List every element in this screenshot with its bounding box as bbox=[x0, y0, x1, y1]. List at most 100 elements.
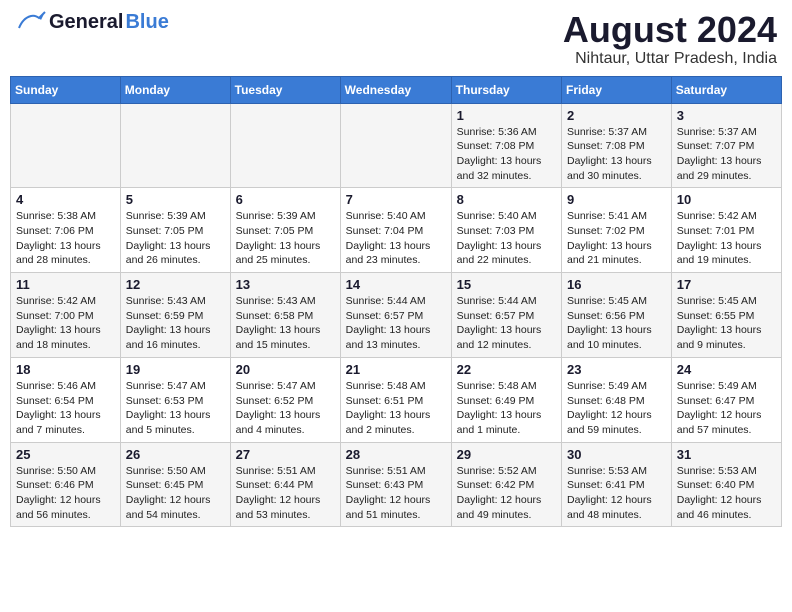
calendar-cell: 26Sunrise: 5:50 AM Sunset: 6:45 PM Dayli… bbox=[120, 442, 230, 527]
day-info: Sunrise: 5:48 AM Sunset: 6:51 PM Dayligh… bbox=[346, 379, 446, 438]
day-info: Sunrise: 5:39 AM Sunset: 7:05 PM Dayligh… bbox=[236, 209, 335, 268]
logo-general: General bbox=[49, 11, 123, 34]
calendar-cell: 24Sunrise: 5:49 AM Sunset: 6:47 PM Dayli… bbox=[671, 357, 781, 442]
calendar-cell: 25Sunrise: 5:50 AM Sunset: 6:46 PM Dayli… bbox=[11, 442, 121, 527]
day-number: 1 bbox=[457, 108, 556, 123]
day-info: Sunrise: 5:45 AM Sunset: 6:55 PM Dayligh… bbox=[677, 294, 776, 353]
calendar-cell: 3 Sunrise: 5:37 AM Sunset: 7:07 PM Daylig… bbox=[671, 103, 781, 188]
calendar-cell: 22Sunrise: 5:48 AM Sunset: 6:49 PM Dayli… bbox=[451, 357, 561, 442]
day-number: 27 bbox=[236, 447, 335, 462]
day-info: Sunrise: 5:52 AM Sunset: 6:42 PM Dayligh… bbox=[457, 464, 556, 523]
calendar-cell: 21 Sunrise: 5:48 AM Sunset: 6:51 PM Dayli… bbox=[340, 357, 451, 442]
day-info: Sunrise: 5:41 AM Sunset: 7:02 PM Dayligh… bbox=[567, 209, 666, 268]
day-number: 8 bbox=[457, 192, 556, 207]
day-number: 11 bbox=[16, 277, 115, 292]
calendar-table: SundayMondayTuesdayWednesdayThursdayFrid… bbox=[10, 76, 782, 528]
day-info: Sunrise: 5:39 AM Sunset: 7:05 PM Dayligh… bbox=[126, 209, 225, 268]
day-info: Sunrise: 5:43 AM Sunset: 6:59 PM Dayligh… bbox=[126, 294, 225, 353]
calendar-cell bbox=[340, 103, 451, 188]
day-info: Sunrise: 5:51 AM Sunset: 6:44 PM Dayligh… bbox=[236, 464, 335, 523]
day-info: Sunrise: 5:49 AM Sunset: 6:48 PM Dayligh… bbox=[567, 379, 666, 438]
day-info: Sunrise: 5:40 AM Sunset: 7:03 PM Dayligh… bbox=[457, 209, 556, 268]
day-info: Sunrise: 5:53 AM Sunset: 6:41 PM Dayligh… bbox=[567, 464, 666, 523]
day-number: 15 bbox=[457, 277, 556, 292]
calendar-cell: 8 Sunrise: 5:40 AM Sunset: 7:03 PM Daylig… bbox=[451, 188, 561, 273]
page-header: GeneralBlue August 2024 Nihtaur, Uttar P… bbox=[10, 10, 782, 68]
day-info: Sunrise: 5:44 AM Sunset: 6:57 PM Dayligh… bbox=[457, 294, 556, 353]
page-title: August 2024 bbox=[563, 10, 777, 50]
calendar-cell: 16 Sunrise: 5:45 AM Sunset: 6:56 PM Dayli… bbox=[562, 273, 672, 358]
calendar-week-5: 25Sunrise: 5:50 AM Sunset: 6:46 PM Dayli… bbox=[11, 442, 782, 527]
calendar-week-3: 11 Sunrise: 5:42 AM Sunset: 7:00 PM Dayli… bbox=[11, 273, 782, 358]
day-number: 18 bbox=[16, 362, 115, 377]
calendar-cell bbox=[11, 103, 121, 188]
day-number: 31 bbox=[677, 447, 776, 462]
day-number: 29 bbox=[457, 447, 556, 462]
calendar-cell: 11 Sunrise: 5:42 AM Sunset: 7:00 PM Dayli… bbox=[11, 273, 121, 358]
calendar-cell: 12 Sunrise: 5:43 AM Sunset: 6:59 PM Dayli… bbox=[120, 273, 230, 358]
title-block: August 2024 Nihtaur, Uttar Pradesh, Indi… bbox=[563, 10, 777, 68]
calendar-cell: 6 Sunrise: 5:39 AM Sunset: 7:05 PM Daylig… bbox=[230, 188, 340, 273]
day-number: 21 bbox=[346, 362, 446, 377]
calendar-cell bbox=[120, 103, 230, 188]
day-number: 28 bbox=[346, 447, 446, 462]
calendar-cell: 1 Sunrise: 5:36 AM Sunset: 7:08 PM Daylig… bbox=[451, 103, 561, 188]
day-number: 9 bbox=[567, 192, 666, 207]
day-info: Sunrise: 5:51 AM Sunset: 6:43 PM Dayligh… bbox=[346, 464, 446, 523]
day-header-friday: Friday bbox=[562, 76, 672, 103]
day-info: Sunrise: 5:44 AM Sunset: 6:57 PM Dayligh… bbox=[346, 294, 446, 353]
calendar-cell: 14Sunrise: 5:44 AM Sunset: 6:57 PM Dayli… bbox=[340, 273, 451, 358]
day-number: 23 bbox=[567, 362, 666, 377]
day-header-thursday: Thursday bbox=[451, 76, 561, 103]
calendar-cell: 29 Sunrise: 5:52 AM Sunset: 6:42 PM Dayli… bbox=[451, 442, 561, 527]
calendar-cell: 4 Sunrise: 5:38 AM Sunset: 7:06 PM Daylig… bbox=[11, 188, 121, 273]
day-info: Sunrise: 5:49 AM Sunset: 6:47 PM Dayligh… bbox=[677, 379, 776, 438]
day-header-sunday: Sunday bbox=[11, 76, 121, 103]
day-number: 4 bbox=[16, 192, 115, 207]
day-number: 3 bbox=[677, 108, 776, 123]
calendar-week-2: 4 Sunrise: 5:38 AM Sunset: 7:06 PM Daylig… bbox=[11, 188, 782, 273]
day-info: Sunrise: 5:47 AM Sunset: 6:52 PM Dayligh… bbox=[236, 379, 335, 438]
logo-icon bbox=[15, 10, 47, 34]
day-number: 16 bbox=[567, 277, 666, 292]
day-number: 2 bbox=[567, 108, 666, 123]
calendar-cell: 17Sunrise: 5:45 AM Sunset: 6:55 PM Dayli… bbox=[671, 273, 781, 358]
day-info: Sunrise: 5:45 AM Sunset: 6:56 PM Dayligh… bbox=[567, 294, 666, 353]
calendar-cell: 19Sunrise: 5:47 AM Sunset: 6:53 PM Dayli… bbox=[120, 357, 230, 442]
day-number: 6 bbox=[236, 192, 335, 207]
calendar-cell: 7 Sunrise: 5:40 AM Sunset: 7:04 PM Daylig… bbox=[340, 188, 451, 273]
calendar-cell: 20Sunrise: 5:47 AM Sunset: 6:52 PM Dayli… bbox=[230, 357, 340, 442]
day-info: Sunrise: 5:37 AM Sunset: 7:08 PM Dayligh… bbox=[567, 125, 666, 184]
day-number: 30 bbox=[567, 447, 666, 462]
calendar-header-row: SundayMondayTuesdayWednesdayThursdayFrid… bbox=[11, 76, 782, 103]
day-number: 12 bbox=[126, 277, 225, 292]
day-header-saturday: Saturday bbox=[671, 76, 781, 103]
day-header-monday: Monday bbox=[120, 76, 230, 103]
day-header-tuesday: Tuesday bbox=[230, 76, 340, 103]
day-info: Sunrise: 5:37 AM Sunset: 7:07 PM Dayligh… bbox=[677, 125, 776, 184]
calendar-cell: 23 Sunrise: 5:49 AM Sunset: 6:48 PM Dayli… bbox=[562, 357, 672, 442]
calendar-cell: 9 Sunrise: 5:41 AM Sunset: 7:02 PM Daylig… bbox=[562, 188, 672, 273]
calendar-cell bbox=[230, 103, 340, 188]
page-subtitle: Nihtaur, Uttar Pradesh, India bbox=[563, 50, 777, 68]
day-info: Sunrise: 5:40 AM Sunset: 7:04 PM Dayligh… bbox=[346, 209, 446, 268]
calendar-cell: 15 Sunrise: 5:44 AM Sunset: 6:57 PM Dayli… bbox=[451, 273, 561, 358]
day-number: 19 bbox=[126, 362, 225, 377]
day-info: Sunrise: 5:36 AM Sunset: 7:08 PM Dayligh… bbox=[457, 125, 556, 184]
day-number: 26 bbox=[126, 447, 225, 462]
day-info: Sunrise: 5:42 AM Sunset: 7:01 PM Dayligh… bbox=[677, 209, 776, 268]
day-info: Sunrise: 5:48 AM Sunset: 6:49 PM Dayligh… bbox=[457, 379, 556, 438]
day-info: Sunrise: 5:53 AM Sunset: 6:40 PM Dayligh… bbox=[677, 464, 776, 523]
day-number: 13 bbox=[236, 277, 335, 292]
calendar-cell: 10 Sunrise: 5:42 AM Sunset: 7:01 PM Dayli… bbox=[671, 188, 781, 273]
day-info: Sunrise: 5:42 AM Sunset: 7:00 PM Dayligh… bbox=[16, 294, 115, 353]
calendar-week-1: 1 Sunrise: 5:36 AM Sunset: 7:08 PM Daylig… bbox=[11, 103, 782, 188]
calendar-cell: 18Sunrise: 5:46 AM Sunset: 6:54 PM Dayli… bbox=[11, 357, 121, 442]
day-number: 7 bbox=[346, 192, 446, 207]
day-header-wednesday: Wednesday bbox=[340, 76, 451, 103]
logo: GeneralBlue bbox=[15, 10, 169, 34]
calendar-cell: 2 Sunrise: 5:37 AM Sunset: 7:08 PM Daylig… bbox=[562, 103, 672, 188]
day-number: 10 bbox=[677, 192, 776, 207]
calendar-cell: 28 Sunrise: 5:51 AM Sunset: 6:43 PM Dayli… bbox=[340, 442, 451, 527]
day-info: Sunrise: 5:38 AM Sunset: 7:06 PM Dayligh… bbox=[16, 209, 115, 268]
